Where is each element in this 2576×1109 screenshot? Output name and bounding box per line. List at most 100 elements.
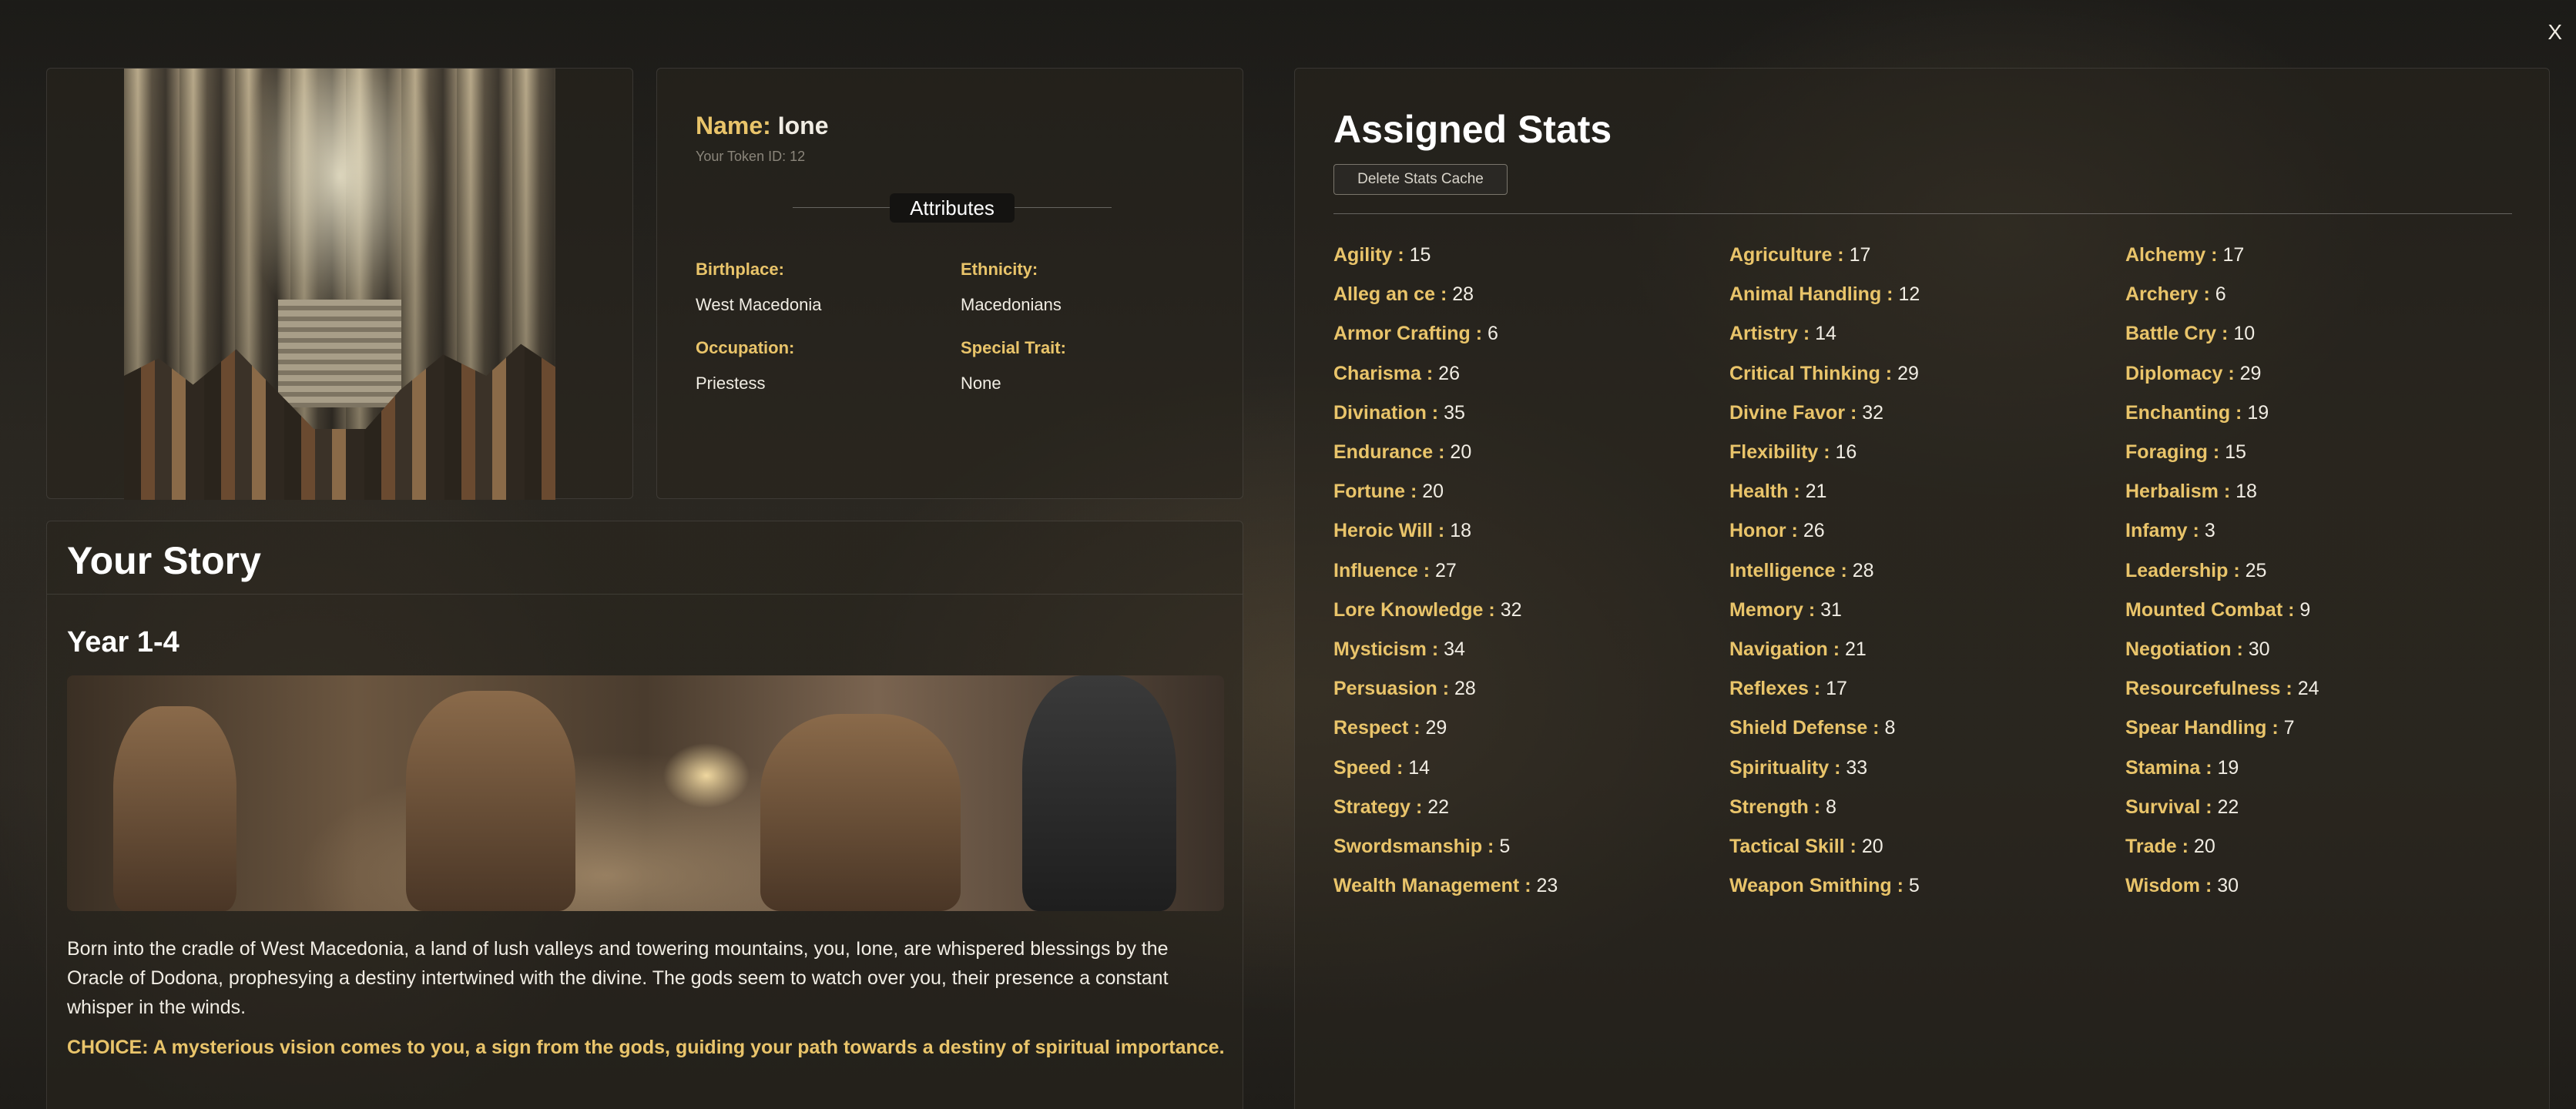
stat-separator: :	[2207, 441, 2225, 463]
stat-item: Resourcefulness : 24	[2125, 678, 2319, 700]
stat-name: Divination	[1333, 401, 1427, 424]
stat-name: Strength	[1729, 796, 1809, 818]
year-title: Year 1-4	[67, 626, 179, 658]
stat-value: 15	[1409, 244, 1431, 266]
story-choice: CHOICE: A mysterious vision comes to you…	[67, 1037, 1225, 1058]
stat-name: Wisdom	[2125, 875, 2200, 897]
portrait-panel	[46, 68, 633, 500]
stat-separator: :	[1832, 244, 1850, 266]
stat-separator: :	[1432, 520, 1451, 542]
stat-separator: :	[1818, 441, 1836, 463]
stat-separator: :	[1392, 244, 1410, 266]
stat-separator: :	[1408, 717, 1426, 739]
stat-item: Negotiation : 30	[2125, 638, 2270, 661]
stat-value: 29	[2239, 362, 2262, 384]
stat-value: 29	[1897, 362, 1919, 384]
stat-separator: :	[1788, 481, 1806, 503]
occupation-label: Occupation:	[696, 338, 795, 357]
stat-separator: :	[1435, 283, 1453, 306]
story-title: Your Story	[67, 539, 261, 582]
stat-item: Herbalism : 18	[2125, 481, 2257, 503]
stat-name: Speed	[1333, 756, 1392, 779]
stat-name: Trade	[2125, 836, 2177, 857]
close-button[interactable]: X	[2547, 20, 2562, 45]
stat-value: 8	[1884, 717, 1896, 739]
stat-name: Enchanting	[2125, 401, 2231, 424]
stat-name: Survival	[2125, 796, 2201, 818]
birthplace-label: Birthplace:	[696, 260, 784, 279]
character-portrait-image	[124, 69, 555, 500]
stat-item: Wealth Management : 23	[1333, 875, 1558, 897]
stat-item: Alchemy : 17	[2125, 244, 2244, 266]
stat-item: Battle Cry : 10	[2125, 323, 2255, 345]
stat-value: 3	[2204, 520, 2215, 542]
stat-item: Trade : 20	[2125, 836, 2215, 858]
stat-value: 28	[1452, 283, 1474, 306]
stat-separator: :	[2198, 283, 2215, 306]
stat-value: 17	[2222, 244, 2245, 266]
stat-name: Resourcefulness	[2125, 678, 2281, 700]
name-value: Ione	[777, 112, 829, 139]
stat-separator: :	[2266, 717, 2284, 739]
delete-stats-cache-button[interactable]: Delete Stats Cache	[1333, 164, 1508, 195]
stat-separator: :	[2218, 481, 2236, 503]
stat-value: 32	[1500, 598, 1522, 621]
stat-name: Leadership	[2125, 559, 2229, 581]
stat-item: Charisma : 26	[1333, 363, 1460, 385]
stat-item: Respect : 29	[1333, 717, 1447, 739]
stat-name: Spear Handling	[2125, 717, 2267, 739]
stat-value: 17	[1849, 244, 1871, 266]
stat-separator: :	[1391, 756, 1409, 779]
stat-item: Shield Defense : 8	[1729, 717, 1895, 739]
occupation-value: Priestess	[696, 374, 766, 393]
stat-item: Tactical Skill : 20	[1729, 836, 1883, 858]
stat-item: Honor : 26	[1729, 520, 1825, 542]
figure-shape	[1022, 675, 1176, 911]
stat-value: 33	[1846, 756, 1868, 779]
stat-value: 6	[2215, 283, 2226, 306]
stat-name: Health	[1729, 481, 1789, 503]
story-image	[67, 675, 1224, 911]
stat-name: Flexibility	[1729, 441, 1819, 463]
attributes-heading: Attributes	[890, 193, 1015, 223]
stat-item: Heroic Will : 18	[1333, 520, 1471, 542]
stats-divider	[1333, 213, 2512, 214]
stat-item: Agriculture : 17	[1729, 244, 1870, 266]
stat-name: Diplomacy	[2125, 362, 2223, 384]
stat-value: 15	[2225, 441, 2246, 463]
stat-separator: :	[1835, 559, 1853, 581]
stat-item: Wisdom : 30	[2125, 875, 2239, 897]
stat-name: Armor Crafting	[1333, 323, 1471, 345]
stat-name: Mysticism	[1333, 638, 1427, 660]
stat-item: Navigation : 21	[1729, 638, 1867, 661]
stat-name: Mounted Combat	[2125, 598, 2283, 621]
name-label: Name:	[696, 112, 771, 139]
stat-value: 14	[1408, 756, 1431, 779]
stat-name: Infamy	[2125, 520, 2188, 542]
stat-separator: :	[2205, 244, 2223, 266]
stat-name: Agriculture	[1729, 244, 1833, 266]
stat-separator: :	[1483, 598, 1501, 621]
stat-value: 28	[1852, 559, 1874, 581]
stat-separator: :	[1437, 678, 1454, 700]
stat-name: Alleg an ce	[1333, 283, 1435, 306]
stat-name: Charisma	[1333, 362, 1421, 384]
stat-separator: :	[2280, 678, 2298, 700]
stat-item: Divine Favor : 32	[1729, 402, 1883, 424]
stat-value: 24	[2297, 678, 2319, 700]
stat-item: Mounted Combat : 9	[2125, 599, 2310, 622]
stat-separator: :	[1880, 362, 1898, 384]
stat-value: 5	[1499, 836, 1511, 857]
stat-value: 7	[2283, 717, 2295, 739]
stat-name: Respect	[1333, 717, 1409, 739]
stat-item: Weapon Smithing : 5	[1729, 875, 1920, 897]
figure-shape	[760, 714, 961, 911]
stat-value: 28	[1454, 678, 1476, 700]
stat-name: Memory	[1729, 598, 1803, 621]
stat-name: Animal Handling	[1729, 283, 1882, 306]
character-name: Name: Ione	[696, 112, 828, 140]
stat-item: Spear Handling : 7	[2125, 717, 2295, 739]
stat-item: Reflexes : 17	[1729, 678, 1847, 700]
stat-value: 8	[1826, 796, 1836, 818]
stat-separator: :	[2176, 836, 2194, 857]
